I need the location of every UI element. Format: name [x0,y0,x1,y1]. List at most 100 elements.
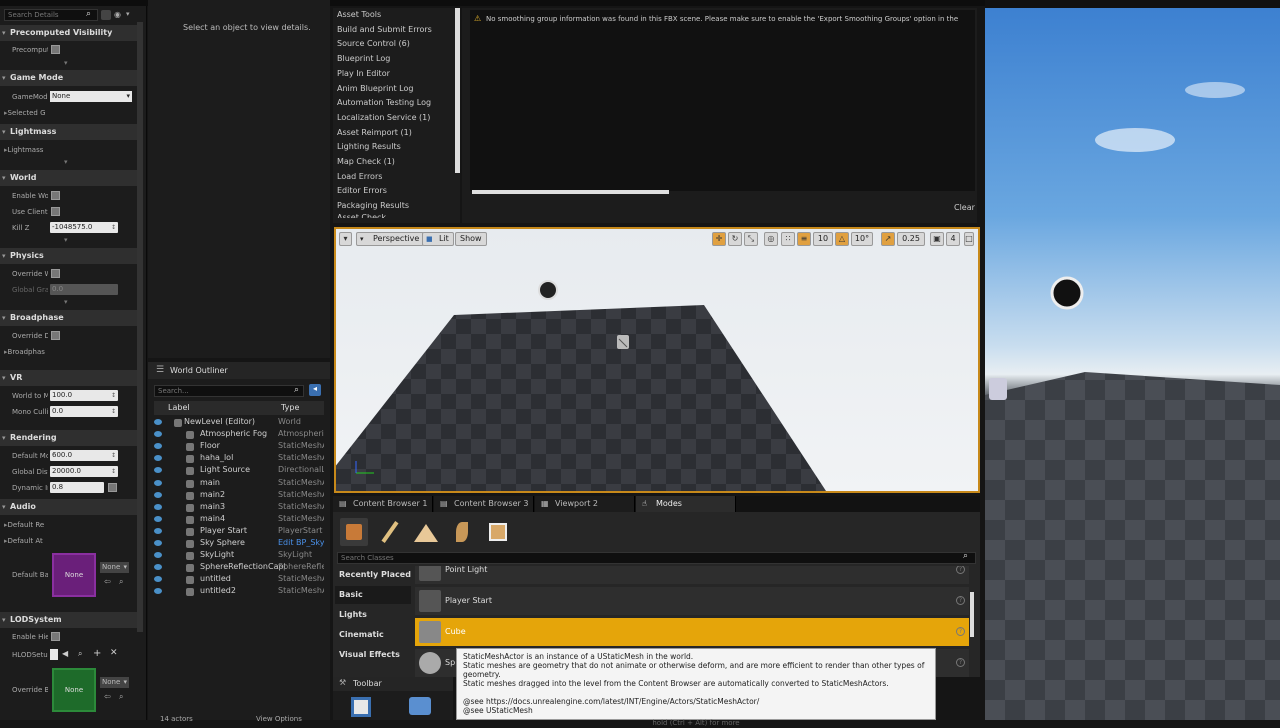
visibility-eye-icon[interactable] [154,491,162,498]
override-b-select[interactable]: None [100,677,129,688]
visibility-eye-icon[interactable] [154,564,162,571]
modes-scrollbar[interactable] [970,592,974,637]
use-client-checkbox[interactable] [51,207,60,216]
help-icon[interactable]: ? [956,596,965,605]
prop-broadphas-label[interactable]: Broadphas [4,348,64,356]
tab-viewport-2[interactable]: ▦ Viewport 2 [535,496,635,512]
override-w-checkbox[interactable] [51,269,60,278]
tab-content-browser-1[interactable]: ▤ Content Browser 1 [333,496,433,512]
rotation-snap-icon[interactable]: △ [835,232,849,246]
add-actor-icon[interactable]: ◂ [309,384,321,396]
visibility-eye-icon[interactable] [154,503,162,510]
message-log-item[interactable]: Map Check (1) [337,157,395,166]
modes-search-input[interactable]: Search Classes [337,552,976,564]
category-rendering[interactable]: Rendering [0,430,137,446]
outliner-row[interactable]: Floor StaticMeshA [154,441,324,453]
scale-snap-icon[interactable]: ↗ [881,232,895,246]
search-icon[interactable]: ⌕ [119,692,123,702]
save-icon[interactable] [351,697,371,717]
details-search-input[interactable]: Search Details [4,9,98,21]
outliner-row[interactable]: main StaticMeshA [154,478,324,490]
category-broadphase[interactable]: Broadphase [0,310,137,326]
arrow-left-icon[interactable]: ⇦ [104,692,111,701]
surface-snap-icon[interactable]: ∷ [781,232,795,246]
toolbar-tab[interactable]: ⚒ Toolbar [333,677,453,691]
message-log-item[interactable]: Automation Testing Log [337,98,431,107]
visibility-eye-icon[interactable] [154,527,162,534]
prop-lightmass-label[interactable]: Lightmass [4,146,64,154]
default-mo-field[interactable]: 600.0 ↕ [50,450,118,461]
search-icon[interactable]: ⌕ [86,9,98,21]
viewport-menu-icon[interactable]: ▾ [339,232,352,246]
spin-icon[interactable]: ↕ [111,390,116,401]
mono-cull-field[interactable]: 0.0 ↕ [50,406,118,417]
dynamic-checkbox[interactable] [108,483,117,492]
outliner-search-input[interactable]: Search... [154,385,304,397]
foliage-mode-icon[interactable] [448,518,476,546]
expand-arrow-icon[interactable]: ▾ [64,59,68,67]
visibility-eye-icon[interactable] [154,552,162,559]
expand-arrow-icon[interactable]: ▾ [64,298,68,306]
outliner-tab[interactable]: ☰ World Outliner [148,362,330,379]
category-game-mode[interactable]: Game Mode [0,70,137,86]
visibility-eye-icon[interactable] [154,419,162,425]
camera-speed-value[interactable]: 4 [946,232,960,246]
message-log-item[interactable]: Build and Submit Errors [337,25,432,34]
expand-arrow-icon[interactable]: ▾ [64,158,68,166]
outliner-row[interactable]: main4 StaticMeshA [154,514,324,526]
reverb-thumbnail[interactable]: None [52,553,96,597]
spin-icon[interactable]: ↕ [111,450,116,461]
row-type[interactable]: Edit BP_Sky [278,538,324,547]
override-b-thumbnail[interactable]: None [52,668,96,712]
place-mode-icon[interactable] [340,518,368,546]
perspective-button[interactable]: ▾ Perspective [356,232,425,246]
override-d-checkbox[interactable] [51,331,60,340]
search-icon[interactable]: ⌕ [963,551,968,561]
message-log-item[interactable]: Lighting Results [337,142,401,151]
visibility-eye-icon[interactable] [154,443,162,450]
mode-category-item[interactable]: Recently Placed [335,566,411,584]
visibility-eye-icon[interactable] [154,576,162,583]
visibility-eye-icon[interactable] [154,540,162,546]
mode-category-item[interactable]: Basic [335,586,411,604]
world-local-icon[interactable]: ◎ [764,232,778,246]
tab-modes[interactable]: ☝ Modes [636,496,736,512]
list-item-player-start[interactable]: Player Start? [415,587,969,615]
landscape-mode-icon[interactable] [412,518,440,546]
arrow-left-icon[interactable]: ⇦ [104,577,111,586]
mode-category-item[interactable]: Lights [335,606,411,624]
outliner-row[interactable]: Sky Sphere Edit BP_Sky [154,538,324,550]
prop-default-at-label[interactable]: Default At [4,537,64,545]
global-dist-field[interactable]: 20000.0 ↕ [50,466,118,477]
category-audio[interactable]: Audio [0,499,137,515]
outliner-row[interactable]: untitled StaticMeshA [154,574,324,586]
message-log-scrollbar[interactable] [455,8,460,173]
hlod-setup-field[interactable] [50,649,58,660]
prop-selected-label[interactable]: Selected G [4,109,64,117]
arrow-left-icon[interactable]: ◀ [62,649,68,658]
outliner-row[interactable]: haha_lol StaticMeshA [154,453,324,465]
clear-button[interactable]: Clear [954,203,975,212]
visibility-eye-icon[interactable] [154,467,162,474]
camera-speed-icon[interactable]: ▣ [930,232,944,246]
category-world[interactable]: World [0,170,137,186]
message-log-item[interactable]: Localization Service (1) [337,113,430,122]
rotation-snap-value[interactable]: 10° [851,232,873,246]
spin-icon[interactable]: ↕ [111,466,116,477]
maximize-icon[interactable]: □ [964,232,974,246]
message-text[interactable]: No smoothing group information was found… [486,15,971,23]
source-control-icon[interactable] [409,697,431,715]
category-lightmass[interactable]: Lightmass [0,124,137,140]
grid-snap-value[interactable]: 10 [813,232,833,246]
scale-icon[interactable]: ⤡ [744,232,758,246]
search-icon[interactable]: ⌕ [119,577,123,587]
kill-z-field[interactable]: -1048575.0 ↕ [50,222,118,233]
details-scrollbar[interactable] [137,22,143,632]
category-vr[interactable]: VR [0,370,137,386]
type-column-header[interactable]: Type [281,403,299,412]
world-to-m-field[interactable]: 100.0 ↕ [50,390,118,401]
visibility-eye-icon[interactable] [154,479,162,486]
spin-icon[interactable]: ↕ [111,222,116,233]
expand-arrow-icon[interactable]: ▾ [64,236,68,244]
outliner-row[interactable]: Light Source DirectionalLi [154,465,324,477]
